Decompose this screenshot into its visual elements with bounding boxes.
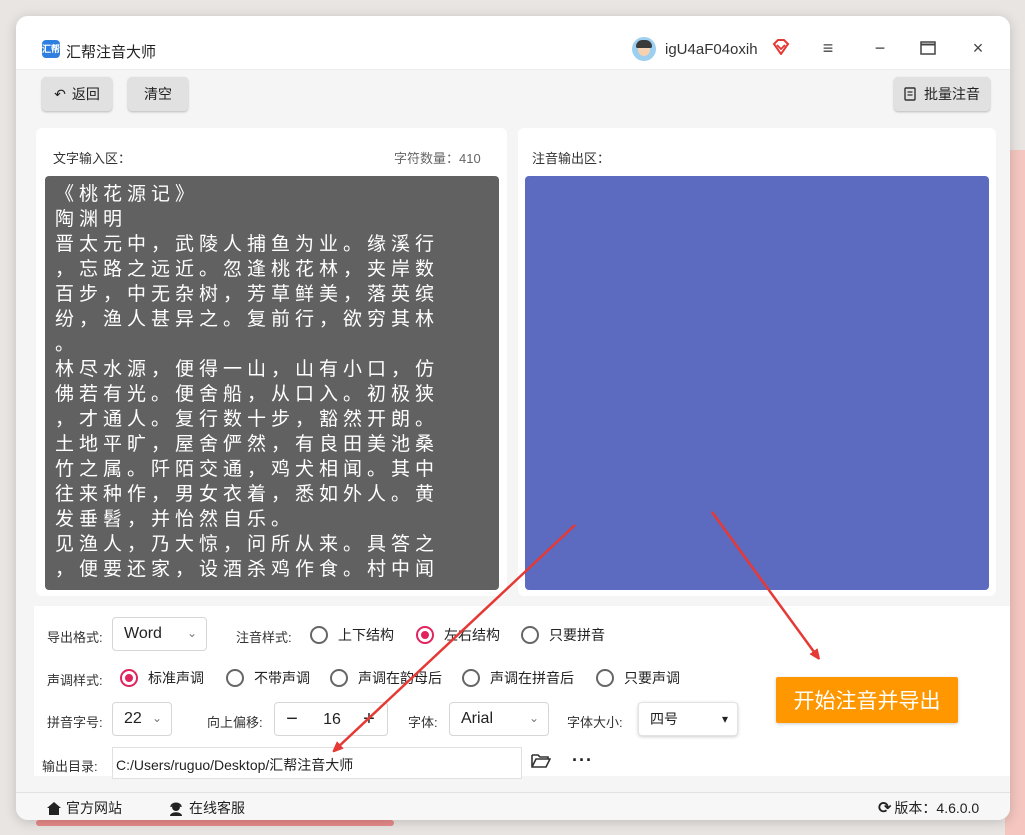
output-dir-field[interactable]: C:/Users/ruguo/Desktop/汇帮注音大师 bbox=[112, 747, 522, 779]
radio-circle-icon bbox=[521, 626, 539, 644]
support-agent-icon bbox=[170, 802, 182, 816]
menu-icon[interactable]: ≡ bbox=[818, 38, 838, 58]
chevron-down-icon: ⌄ bbox=[528, 711, 539, 725]
home-icon bbox=[47, 801, 61, 815]
style-option-pinyin-only[interactable]: 只要拼音 bbox=[521, 625, 605, 645]
offset-value[interactable]: 16 bbox=[319, 711, 345, 729]
font-size-value: 四号 bbox=[650, 711, 678, 727]
tone-option-tone-only[interactable]: 只要声调 bbox=[596, 668, 680, 688]
app-title: 汇帮注音大师 bbox=[66, 44, 157, 61]
minus-icon[interactable]: − bbox=[282, 707, 302, 731]
char-count-value: 410 bbox=[459, 151, 481, 166]
radio-circle-icon bbox=[462, 669, 480, 687]
username[interactable]: igU4aF04oxih bbox=[665, 41, 758, 58]
back-button[interactable]: ↶ 返回 bbox=[42, 77, 112, 111]
plus-icon[interactable]: + bbox=[359, 707, 379, 731]
export-format-select[interactable]: Word ⌄ bbox=[112, 617, 207, 651]
tone-option-label: 标准声调 bbox=[148, 670, 204, 686]
title-bar: 汇帮 汇帮注音大师 igU4aF04oxih ≡ − × bbox=[16, 16, 1010, 70]
pinyin-size-value: 22 bbox=[124, 710, 142, 727]
char-count-label: 字符数量： bbox=[394, 151, 460, 166]
style-label: 注音样式: bbox=[236, 630, 292, 645]
radio-circle-icon bbox=[596, 669, 614, 687]
version-value: 4.6.0.0 bbox=[936, 800, 980, 816]
style-option-top-bottom[interactable]: 上下结构 bbox=[310, 625, 394, 645]
tone-option-after-final[interactable]: 声调在韵母后 bbox=[330, 668, 442, 688]
version-info: ⟳ 版本： 4.6.0.0 bbox=[878, 798, 979, 818]
chevron-down-icon: ⌄ bbox=[186, 626, 197, 640]
radio-checked-icon bbox=[416, 626, 434, 644]
input-text[interactable]: 《桃花源记》 陶渊明 晋太元中，武陵人捕鱼为业。缘溪行 ，忘路之远近。忽逢桃花林… bbox=[45, 176, 499, 588]
avatar[interactable] bbox=[632, 37, 656, 61]
tone-option-label: 只要声调 bbox=[624, 670, 680, 686]
batch-annotate-label: 批量注音 bbox=[924, 86, 980, 102]
radio-circle-icon bbox=[226, 669, 244, 687]
background-bar bbox=[36, 820, 394, 826]
export-format-label: 导出格式: bbox=[47, 630, 103, 645]
tone-option-label: 声调在拼音后 bbox=[490, 670, 574, 686]
font-label: 字体: bbox=[408, 715, 438, 730]
more-options-icon[interactable]: ··· bbox=[572, 750, 593, 771]
caret-down-icon: ▾ bbox=[721, 712, 728, 726]
chevron-down-icon: ⌄ bbox=[151, 711, 162, 725]
tone-option-none[interactable]: 不带声调 bbox=[226, 668, 310, 688]
clear-label: 清空 bbox=[144, 86, 172, 102]
offset-label: 向上偏移: bbox=[207, 715, 263, 730]
radio-circle-icon bbox=[330, 669, 348, 687]
radio-circle-icon bbox=[310, 626, 328, 644]
refresh-icon[interactable]: ⟳ bbox=[878, 798, 891, 818]
version-label: 版本： bbox=[894, 800, 937, 816]
style-option-label: 左右结构 bbox=[444, 627, 500, 643]
input-panel-label: 文字输入区： bbox=[53, 151, 132, 166]
font-value: Arial bbox=[461, 710, 494, 727]
clear-button[interactable]: 清空 bbox=[128, 77, 188, 111]
offset-stepper[interactable]: − 16 + bbox=[274, 702, 388, 736]
batch-annotate-button[interactable]: 批量注音 bbox=[894, 77, 990, 111]
document-icon bbox=[904, 87, 916, 101]
font-select[interactable]: Arial ⌄ bbox=[449, 702, 549, 736]
pinyin-size-select[interactable]: 22 ⌄ bbox=[112, 702, 172, 736]
online-support-link[interactable]: 在线客服 bbox=[168, 798, 245, 818]
footer: 官方网站 在线客服 ⟳ 版本： 4.6.0.0 bbox=[16, 792, 1010, 820]
tone-option-standard[interactable]: 标准声调 bbox=[120, 668, 204, 688]
maximize-icon[interactable] bbox=[920, 41, 936, 55]
minimize-icon[interactable]: − bbox=[870, 38, 890, 58]
avatar-hair bbox=[636, 40, 652, 48]
output-panel-label: 注音输出区： bbox=[532, 151, 611, 166]
output-dir-label: 输出目录: bbox=[42, 759, 98, 774]
back-arrow-icon: ↶ bbox=[54, 85, 66, 102]
back-label: 返回 bbox=[71, 86, 100, 102]
text-input-area[interactable]: 《桃花源记》 陶渊明 晋太元中，武陵人捕鱼为业。缘溪行 ，忘路之远近。忽逢桃花林… bbox=[45, 176, 499, 590]
radio-checked-icon bbox=[120, 669, 138, 687]
pinyin-size-label: 拼音字号: bbox=[47, 715, 103, 730]
app-logo-icon: 汇帮 bbox=[42, 40, 60, 58]
tone-option-label: 不带声调 bbox=[254, 670, 310, 686]
app-window: 汇帮 汇帮注音大师 igU4aF04oxih ≡ − × ↶ 返回 清空 批量注… bbox=[16, 16, 1010, 820]
official-website-link[interactable]: 官方网站 bbox=[46, 798, 122, 818]
style-option-left-right[interactable]: 左右结构 bbox=[416, 625, 500, 645]
style-option-label: 只要拼音 bbox=[549, 627, 605, 643]
close-icon[interactable]: × bbox=[968, 38, 988, 58]
tone-option-label: 声调在韵母后 bbox=[358, 670, 442, 686]
online-support-label: 在线客服 bbox=[189, 800, 245, 816]
official-website-label: 官方网站 bbox=[66, 800, 122, 816]
font-size-select[interactable]: 四号 ▾ bbox=[638, 702, 738, 736]
font-size-label: 字体大小: bbox=[567, 715, 623, 730]
tone-label: 声调样式: bbox=[47, 673, 103, 688]
char-count: 字符数量：410 bbox=[394, 148, 481, 167]
style-option-label: 上下结构 bbox=[338, 627, 394, 643]
annotation-output-area[interactable] bbox=[525, 176, 989, 590]
vip-diamond-icon[interactable] bbox=[772, 39, 790, 55]
tone-option-after-pinyin[interactable]: 声调在拼音后 bbox=[462, 668, 574, 688]
start-export-button[interactable]: 开始注音并导出 bbox=[776, 677, 958, 723]
folder-open-icon[interactable] bbox=[531, 753, 551, 769]
export-format-value: Word bbox=[124, 625, 162, 642]
